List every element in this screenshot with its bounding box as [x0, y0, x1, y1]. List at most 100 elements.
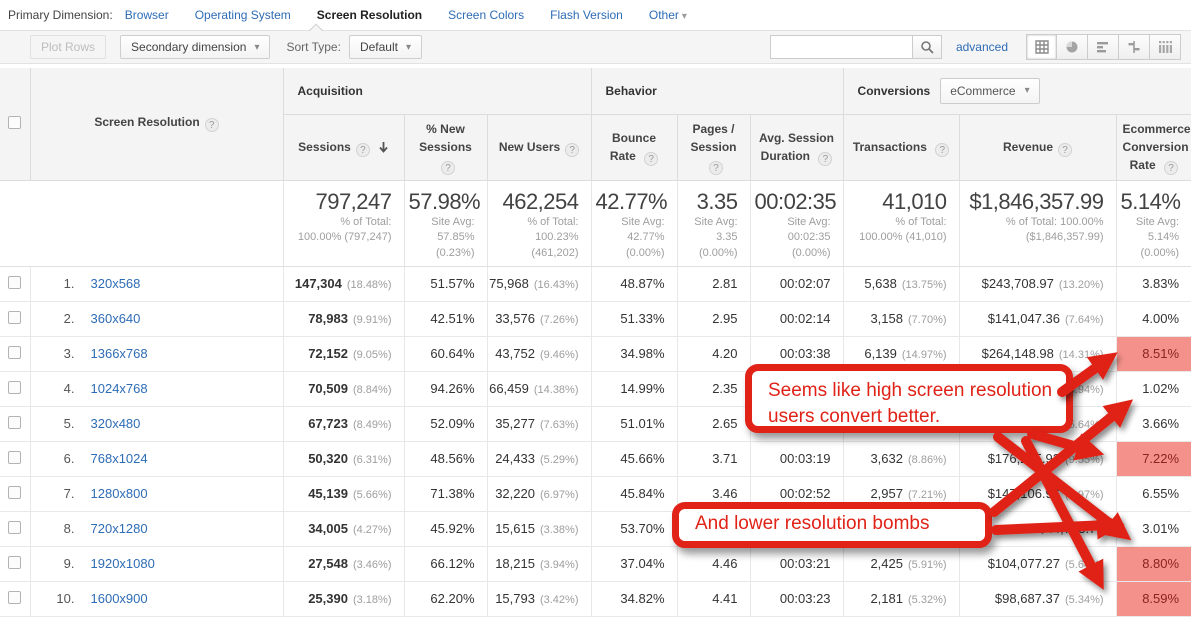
cell-value: $141,047.36: [988, 311, 1060, 326]
resolution-link[interactable]: 1280x800: [91, 486, 148, 501]
search-input[interactable]: [770, 35, 912, 59]
sessions-cell: 72,152 (9.05%): [283, 336, 404, 371]
search-button[interactable]: [912, 35, 942, 59]
help-icon[interactable]: ?: [1058, 143, 1072, 157]
cell-share: (9.05%): [353, 349, 392, 361]
row-checkbox-cell: [0, 511, 30, 546]
column-header-ecommerce-conversion-rate[interactable]: Ecommerce Conversion Rate ?: [1116, 114, 1191, 180]
resolution-link[interactable]: 360x640: [91, 311, 141, 326]
resolution-link[interactable]: 1366x768: [91, 346, 148, 361]
resolution-link[interactable]: 1600x900: [91, 591, 148, 606]
cell-share: (3.46%): [353, 559, 392, 571]
row-checkbox[interactable]: [8, 381, 21, 394]
row-checkbox[interactable]: [8, 311, 21, 324]
cell-value: 2,957: [870, 486, 903, 501]
select-all-checkbox[interactable]: [8, 116, 21, 129]
column-header-transactions[interactable]: Transactions ?: [843, 114, 959, 180]
pivot-view-icon[interactable]: [1150, 34, 1181, 60]
resolution-cell: 4.1024x768: [30, 371, 283, 406]
secondary-dimension-dropdown[interactable]: Secondary dimension▾: [120, 35, 270, 59]
dimension-tab-screen-colors[interactable]: Screen Colors: [448, 8, 524, 22]
dimension-tab-other[interactable]: Other▾: [649, 8, 687, 22]
new-sessions-cell: 51.57%: [404, 266, 487, 301]
comparison-view-icon[interactable]: [1119, 34, 1150, 60]
revenue-cell: $98,687.37(5.34%): [959, 581, 1116, 616]
dimension-tab-flash-version[interactable]: Flash Version: [550, 8, 623, 22]
primary-dimension-label: Primary Dimension:: [8, 8, 113, 22]
dimension-column-header[interactable]: Screen Resolution?: [30, 68, 283, 180]
table-view-icon[interactable]: [1026, 34, 1057, 60]
cell-value: $147,106.96: [988, 486, 1060, 501]
help-icon[interactable]: ?: [709, 161, 723, 175]
performance-view-icon[interactable]: [1088, 34, 1119, 60]
column-header-pages-session[interactable]: Pages / Session ?: [677, 114, 750, 180]
help-icon[interactable]: ?: [205, 118, 219, 132]
row-checkbox[interactable]: [8, 591, 21, 604]
help-icon[interactable]: ?: [356, 143, 370, 157]
help-icon[interactable]: ?: [818, 152, 832, 166]
resolution-link[interactable]: 1024x768: [91, 381, 148, 396]
column-header-sessions[interactable]: Sessions?: [283, 114, 404, 180]
column-header-new-sessions[interactable]: % New Sessions ?: [404, 114, 487, 180]
cell-value: 34.82%: [620, 591, 664, 606]
cell-value: 24,433: [495, 451, 535, 466]
cell-value: 25,390: [308, 591, 348, 606]
cell-value: 62.20%: [430, 591, 474, 606]
row-checkbox[interactable]: [8, 416, 21, 429]
help-icon[interactable]: ?: [441, 161, 455, 175]
dimension-tab-operating-system[interactable]: Operating System: [195, 8, 291, 22]
session-duration-cell: 00:03:19: [750, 441, 843, 476]
session-duration-cell: 00:02:14: [750, 301, 843, 336]
new-users-cell: 18,215(3.94%): [487, 546, 591, 581]
column-header-bounce-rate[interactable]: Bounce Rate ?: [591, 114, 677, 180]
cell-share: (3.18%): [353, 594, 392, 606]
column-header-new-users[interactable]: New Users?: [487, 114, 591, 180]
help-icon[interactable]: ?: [1164, 161, 1178, 175]
plot-rows-button[interactable]: Plot Rows: [30, 35, 106, 59]
conversions-goal-dropdown[interactable]: eCommerce▾: [940, 78, 1039, 104]
dimension-tab-browser[interactable]: Browser: [125, 8, 169, 22]
cell-value: 78,983: [308, 311, 348, 326]
pages-session-cell: 4.46: [677, 546, 750, 581]
dimension-tab-screen-resolution[interactable]: Screen Resolution: [317, 8, 422, 22]
cell-value: 66.12%: [430, 556, 474, 571]
help-icon[interactable]: ?: [935, 143, 949, 157]
row-checkbox[interactable]: [8, 451, 21, 464]
group-header-acquisition: Acquisition: [283, 68, 591, 114]
row-checkbox[interactable]: [8, 276, 21, 289]
percentage-view-icon[interactable]: [1057, 34, 1088, 60]
row-checkbox[interactable]: [8, 521, 21, 534]
help-icon[interactable]: ?: [644, 152, 658, 166]
resolution-link[interactable]: 1920x1080: [91, 556, 155, 571]
cell-value: 72,152: [308, 346, 348, 361]
cell-value: 00:03:21: [780, 556, 831, 571]
column-header-session-duration[interactable]: Avg. Session Duration ?: [750, 114, 843, 180]
cell-value: 27,548: [308, 556, 348, 571]
row-number: 6.: [51, 451, 75, 466]
resolution-link[interactable]: 768x1024: [91, 451, 148, 466]
resolution-link[interactable]: 720x1280: [91, 521, 148, 536]
advanced-search-link[interactable]: advanced: [956, 40, 1008, 54]
new-users-cell: 15,615(3.38%): [487, 511, 591, 546]
bounce-rate-cell: 51.33%: [591, 301, 677, 336]
help-icon[interactable]: ?: [565, 143, 579, 157]
column-header-revenue[interactable]: Revenue?: [959, 114, 1116, 180]
cell-value: 45.84%: [620, 486, 664, 501]
cell-value: 3.66%: [1142, 416, 1179, 431]
resolution-link[interactable]: 320x568: [91, 276, 141, 291]
view-switcher: [1026, 34, 1181, 60]
new-sessions-cell: 94.26%: [404, 371, 487, 406]
session-duration-cell: 00:03:21: [750, 546, 843, 581]
sort-type-dropdown[interactable]: Default▾: [349, 35, 422, 59]
row-checkbox-cell: [0, 266, 30, 301]
row-checkbox[interactable]: [8, 556, 21, 569]
summary-revenue: $1,846,357.99% of Total: 100.00%($1,846,…: [959, 180, 1116, 266]
table-row: 6.768x102450,320(6.31%)48.56%24,433(5.29…: [0, 441, 1191, 476]
resolution-cell: 2.360x640: [30, 301, 283, 336]
row-checkbox[interactable]: [8, 486, 21, 499]
resolution-link[interactable]: 320x480: [91, 416, 141, 431]
cell-value: $176,225.93: [988, 451, 1060, 466]
new-users-cell: 24,433(5.29%): [487, 441, 591, 476]
row-checkbox[interactable]: [8, 346, 21, 359]
cell-share: (9.46%): [540, 349, 579, 361]
